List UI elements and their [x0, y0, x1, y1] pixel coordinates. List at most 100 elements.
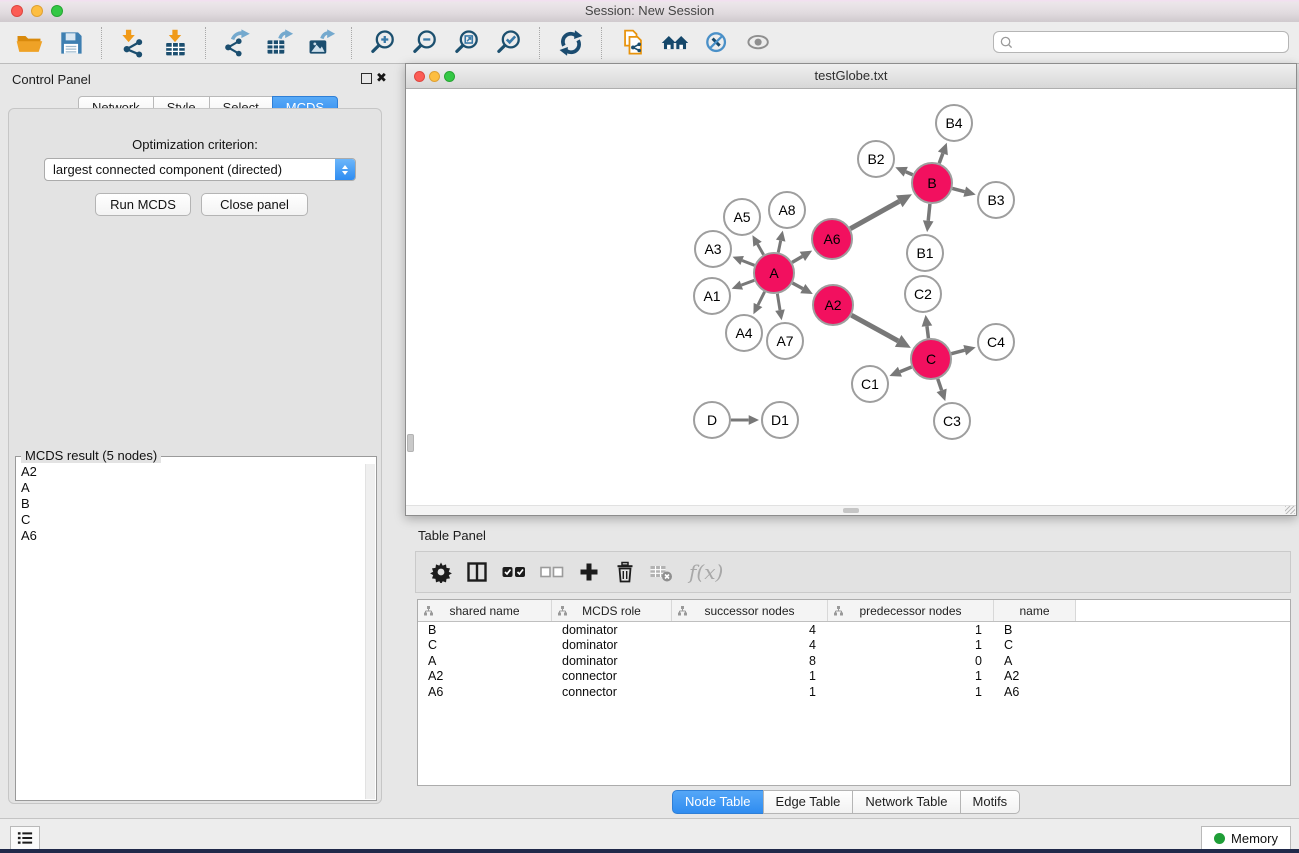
graph-node-B1[interactable]: B1 [907, 235, 943, 271]
horizontal-scrollbar-thumb[interactable] [843, 508, 859, 513]
graph-node-C2[interactable]: C2 [905, 276, 941, 312]
mcds-result-item[interactable]: A6 [17, 528, 366, 544]
graph-edge-A-A2[interactable] [792, 283, 812, 294]
export-table-icon[interactable] [261, 25, 297, 61]
hide-graphics-details-icon[interactable] [699, 25, 735, 61]
table-row[interactable]: A2connector11A2 [418, 669, 1290, 685]
home-icon[interactable] [657, 25, 693, 61]
table-tab-edge-table[interactable]: Edge Table [763, 790, 854, 814]
search-input[interactable] [1017, 34, 1288, 50]
cell-mcds-role[interactable]: dominator [552, 654, 672, 668]
save-icon[interactable] [53, 25, 89, 61]
cell-name[interactable]: B [994, 623, 1076, 637]
network-graph-canvas[interactable]: B4B2BB3A8A5A6A3B1AA1C2A2A4A7C4CC1C3DD1 [406, 88, 1296, 506]
graph-edge-B-B1[interactable] [923, 204, 934, 232]
add-column-icon[interactable] [578, 560, 600, 584]
delete-table-icon[interactable] [650, 560, 673, 584]
graph-edge-A-A5[interactable] [752, 235, 763, 255]
dropdown-stepper-icon[interactable] [335, 159, 355, 180]
import-network-icon[interactable] [115, 25, 151, 61]
graph-edge-A-A8[interactable] [776, 231, 785, 253]
graph-node-D[interactable]: D [694, 402, 730, 438]
graph-edge-A-A4[interactable] [753, 292, 764, 314]
graph-node-B[interactable]: B [912, 163, 952, 203]
zoom-selected-icon[interactable] [491, 25, 527, 61]
graph-node-C3[interactable]: C3 [934, 403, 970, 439]
graph-edge-C-C3[interactable] [937, 379, 947, 401]
graph-node-A4[interactable]: A4 [726, 315, 762, 351]
table-row[interactable]: Adominator80A [418, 653, 1290, 669]
graph-node-B4[interactable]: B4 [936, 105, 972, 141]
cell-successor-nodes[interactable]: 8 [672, 654, 828, 668]
graph-edge-B-B2[interactable] [895, 167, 912, 177]
graph-node-A[interactable]: A [754, 253, 794, 293]
cell-predecessor-nodes[interactable]: 1 [828, 623, 994, 637]
zoom-out-icon[interactable] [407, 25, 443, 61]
search-field[interactable] [993, 31, 1289, 53]
graph-node-A8[interactable]: A8 [769, 192, 805, 228]
cell-name[interactable]: A [994, 654, 1076, 668]
graph-edge-A-A7[interactable] [775, 294, 785, 321]
cell-mcds-role[interactable]: connector [552, 685, 672, 699]
zoom-in-icon[interactable] [365, 25, 401, 61]
column-header-mcds-role[interactable]: MCDS role [552, 600, 672, 621]
cell-predecessor-nodes[interactable]: 1 [828, 638, 994, 652]
function-builder-icon[interactable]: f(x) [689, 560, 723, 584]
cell-shared-name[interactable]: B [418, 623, 552, 637]
graph-node-A5[interactable]: A5 [724, 199, 760, 235]
cell-name[interactable]: C [994, 638, 1076, 652]
table-tab-node-table[interactable]: Node Table [672, 790, 764, 814]
column-header-predecessor-nodes[interactable]: predecessor nodes [828, 600, 994, 621]
graph-edge-A-A3[interactable] [733, 256, 755, 265]
cell-successor-nodes[interactable]: 4 [672, 623, 828, 637]
graph-node-D1[interactable]: D1 [762, 402, 798, 438]
cell-name[interactable]: A2 [994, 669, 1076, 683]
graph-edge-A2-C[interactable] [851, 315, 910, 348]
graph-node-A7[interactable]: A7 [767, 323, 803, 359]
cell-mcds-role[interactable]: dominator [552, 623, 672, 637]
optimization-criterion-dropdown[interactable]: largest connected component (directed) [44, 158, 356, 181]
cell-predecessor-nodes[interactable]: 0 [828, 654, 994, 668]
graph-node-C4[interactable]: C4 [978, 324, 1014, 360]
close-panel-icon[interactable]: ✖ [376, 70, 387, 86]
vertical-scrollbar-thumb[interactable] [407, 434, 414, 452]
graph-node-A6[interactable]: A6 [812, 219, 852, 259]
graph-edge-D-D1[interactable] [731, 415, 759, 425]
deselect-all-icon[interactable] [540, 560, 564, 584]
cell-successor-nodes[interactable]: 4 [672, 638, 828, 652]
graph-edge-B-B4[interactable] [938, 143, 948, 164]
table-row[interactable]: Cdominator41C [418, 638, 1290, 654]
column-header-successor-nodes[interactable]: successor nodes [672, 600, 828, 621]
refresh-icon[interactable] [553, 25, 589, 61]
column-header-shared-name[interactable]: shared name [418, 600, 552, 621]
graph-edge-A6-B[interactable] [850, 194, 912, 229]
cell-name[interactable]: A6 [994, 685, 1076, 699]
table-row[interactable]: A6connector11A6 [418, 684, 1290, 700]
graph-edge-C-C1[interactable] [889, 367, 911, 377]
cell-shared-name[interactable]: A6 [418, 685, 552, 699]
cell-mcds-role[interactable]: connector [552, 669, 672, 683]
close-panel-button[interactable]: Close panel [201, 193, 308, 216]
show-columns-icon[interactable] [466, 560, 488, 584]
mcds-result-item[interactable]: A [17, 480, 366, 496]
open-folder-icon[interactable] [11, 25, 47, 61]
cell-shared-name[interactable]: C [418, 638, 552, 652]
graph-edge-A-A1[interactable] [732, 280, 755, 289]
show-hide-eye-icon[interactable] [741, 25, 777, 61]
export-network-icon[interactable] [219, 25, 255, 61]
graph-edge-B-B3[interactable] [952, 187, 975, 197]
column-header-name[interactable]: name [994, 600, 1076, 621]
mcds-result-item[interactable]: A2 [17, 464, 366, 480]
cell-mcds-role[interactable]: dominator [552, 638, 672, 652]
memory-button[interactable]: Memory [1201, 826, 1291, 850]
graph-edge-C-C2[interactable] [922, 315, 933, 338]
graph-node-B3[interactable]: B3 [978, 182, 1014, 218]
network-window-titlebar[interactable]: testGlobe.txt [406, 64, 1296, 89]
graph-node-B2[interactable]: B2 [858, 141, 894, 177]
mcds-list-scrollbar[interactable] [365, 464, 375, 799]
graph-node-C[interactable]: C [911, 339, 951, 379]
table-tab-motifs[interactable]: Motifs [960, 790, 1021, 814]
import-table-icon[interactable] [157, 25, 193, 61]
mcds-result-item[interactable]: C [17, 512, 366, 528]
cell-shared-name[interactable]: A [418, 654, 552, 668]
